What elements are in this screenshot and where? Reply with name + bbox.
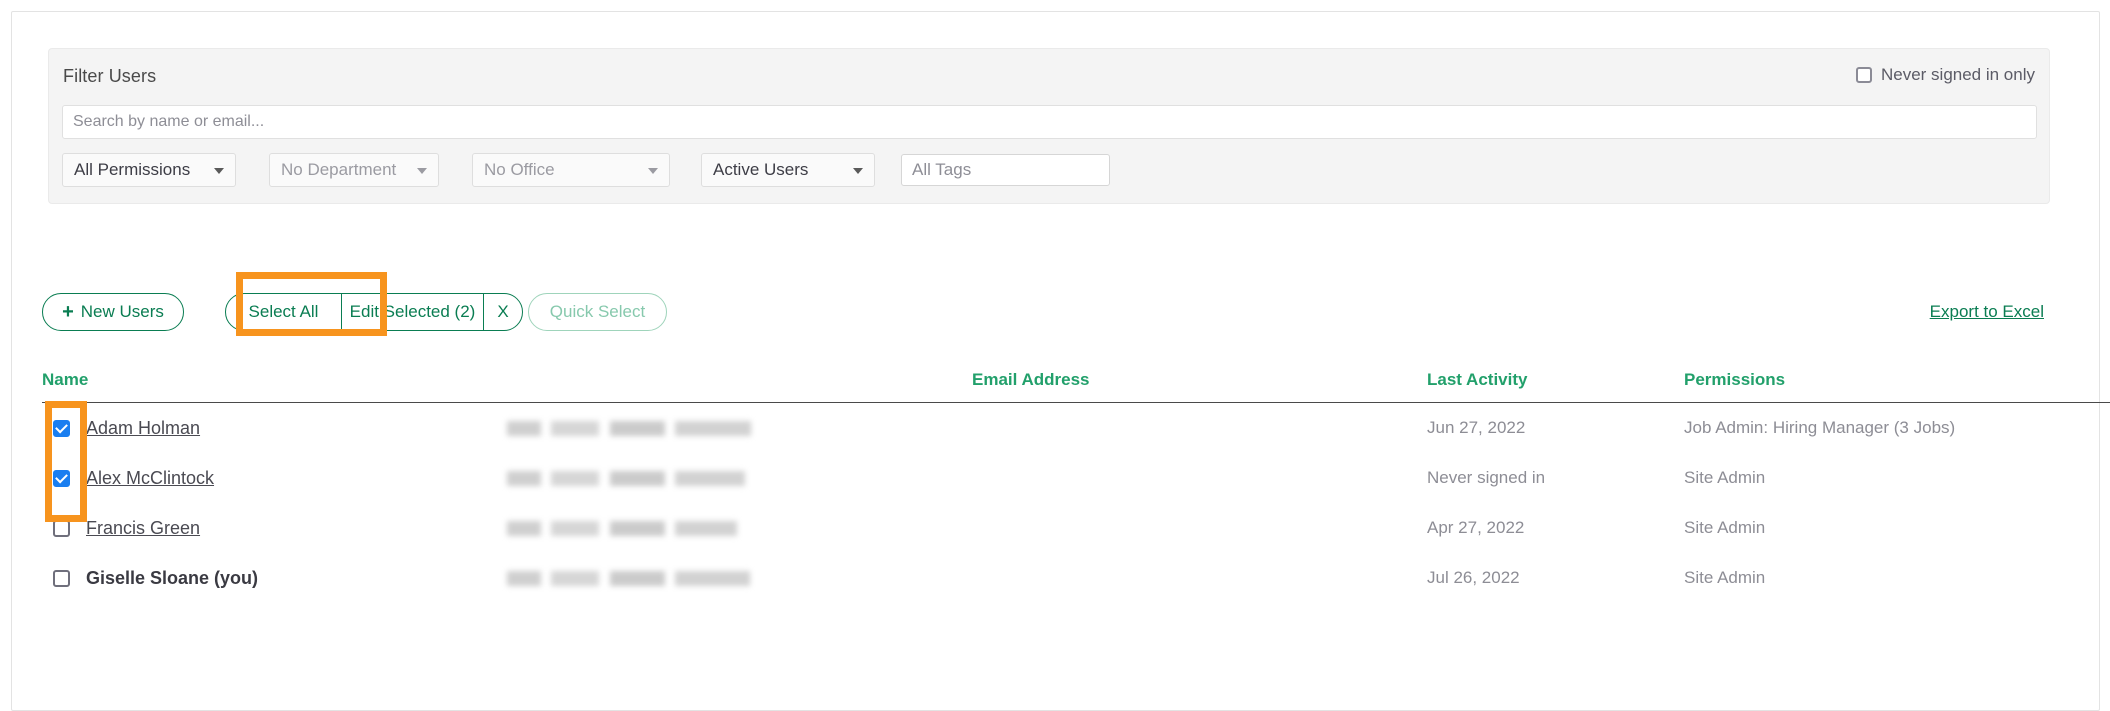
user-last-activity: Jul 26, 2022 (1427, 568, 1520, 587)
export-to-excel-label: Export to Excel (1929, 302, 2044, 321)
user-status-filter-value: Active Users (713, 160, 809, 179)
row-select-checkbox[interactable] (53, 569, 70, 587)
quick-select-label: Quick Select (549, 302, 646, 321)
checkbox-icon[interactable] (1855, 67, 1872, 83)
plus-icon: + (62, 301, 74, 323)
table-header-row: Name Email Address Last Activity Permiss… (42, 370, 2110, 403)
department-filter-select[interactable]: No Department (269, 153, 439, 187)
user-name-link[interactable]: Alex McClintock (86, 468, 214, 489)
clear-selection-button[interactable]: X (483, 294, 522, 330)
selection-button-group: Select All Edit Selected (2) X (225, 293, 523, 331)
close-icon: X (497, 302, 509, 321)
department-filter-value: No Department (281, 160, 397, 179)
filter-panel-title: Filter Users (63, 66, 157, 86)
office-filter-value: No Office (484, 160, 555, 179)
new-users-label: New Users (80, 302, 164, 321)
column-header-permissions[interactable]: Permissions (1684, 370, 2110, 403)
edit-selected-label: Edit Selected (2) (349, 302, 476, 321)
edit-selected-button[interactable]: Edit Selected (2) (341, 294, 483, 330)
user-permissions: Site Admin (1684, 568, 1766, 587)
user-email-redacted (507, 453, 1427, 503)
redaction-bar (507, 420, 751, 436)
never-signed-in-only-checkbox[interactable]: Never signed in only (1855, 65, 2035, 85)
table-row: Adam Holman Jun 27, 2022 Job Admin: Hiri… (42, 403, 2110, 454)
user-name-self: Giselle Sloane (you) (86, 567, 259, 588)
search-input[interactable] (62, 105, 2037, 139)
filter-controls-row: All Permissions No Department No Office … (62, 153, 1110, 187)
row-select-checkbox[interactable] (53, 519, 70, 537)
user-permissions: Site Admin (1684, 468, 1766, 487)
quick-select-button[interactable]: Quick Select (528, 293, 667, 331)
row-select-checkbox[interactable] (53, 419, 70, 437)
select-all-button[interactable]: Select All (226, 294, 341, 330)
users-action-bar: + New Users Select All Edit Selected (2)… (42, 292, 2052, 338)
user-permissions: Job Admin: Hiring Manager (3 Jobs) (1684, 418, 1956, 437)
table-row: Alex McClintock Never signed in Site Adm… (42, 453, 2110, 503)
tags-filter-input[interactable] (901, 154, 1110, 186)
row-select-checkbox[interactable] (53, 469, 70, 487)
chevron-down-icon (417, 168, 427, 174)
user-email-redacted (507, 553, 1427, 603)
chevron-down-icon (853, 168, 863, 174)
users-table: Name Email Address Last Activity Permiss… (42, 370, 2110, 603)
column-header-name[interactable]: Name (42, 370, 507, 403)
export-to-excel-link[interactable]: Export to Excel (1930, 302, 2044, 322)
permissions-filter-select[interactable]: All Permissions (62, 153, 236, 187)
column-header-email[interactable]: Email Address (507, 370, 1427, 403)
user-last-activity: Never signed in (1427, 468, 1546, 487)
chevron-down-icon (648, 168, 658, 174)
redaction-bar (507, 520, 737, 536)
user-status-filter-select[interactable]: Active Users (701, 153, 875, 187)
chevron-down-icon (214, 168, 224, 174)
redaction-bar (507, 570, 750, 586)
new-users-button[interactable]: + New Users (42, 293, 184, 331)
user-email-redacted (507, 503, 1427, 553)
user-email-redacted (507, 403, 1427, 454)
user-last-activity: Jun 27, 2022 (1427, 418, 1526, 437)
table-row: Giselle Sloane (you) Jul 26, 2022 Site A… (42, 553, 2110, 603)
users-page-card: Filter Users Never signed in only All Pe… (11, 11, 2110, 711)
filter-users-panel: Filter Users Never signed in only All Pe… (48, 48, 2050, 204)
user-name-link[interactable]: Adam Holman (86, 418, 200, 439)
user-last-activity: Apr 27, 2022 (1427, 518, 1525, 537)
permissions-filter-value: All Permissions (74, 160, 191, 179)
never-signed-in-only-label: Never signed in only (1880, 65, 2035, 84)
table-row: Francis Green Apr 27, 2022 Site Admin (42, 503, 2110, 553)
user-name-link[interactable]: Francis Green (86, 518, 200, 539)
redaction-bar (507, 470, 745, 486)
office-filter-select[interactable]: No Office (472, 153, 670, 187)
user-permissions: Site Admin (1684, 518, 1766, 537)
select-all-label: Select All (248, 302, 319, 321)
column-header-last-activity[interactable]: Last Activity (1427, 370, 1684, 403)
